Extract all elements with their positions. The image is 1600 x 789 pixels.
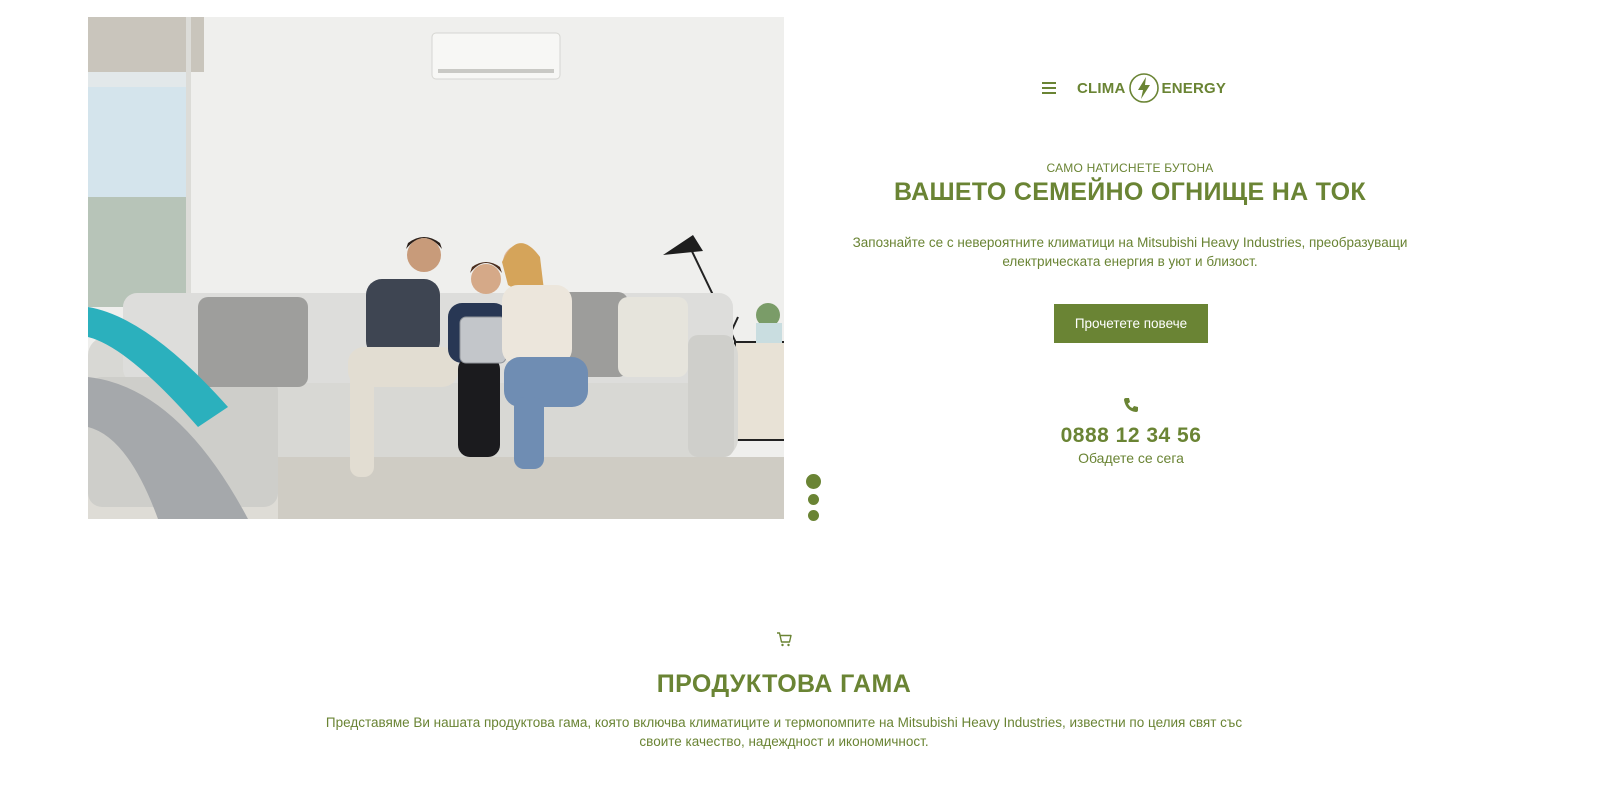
phone-number[interactable]: 0888 12 34 56 [830, 424, 1432, 448]
carousel-dot-3[interactable] [807, 510, 819, 521]
call-now-caption: Обадете се сега [1078, 450, 1184, 466]
products-description: Представяме Ви нашата продуктова гама, к… [325, 715, 1243, 749]
family-sofa-illustration [88, 17, 784, 519]
phone-icon [1124, 398, 1138, 412]
logo[interactable]: CLIMA ENERGY [1077, 72, 1226, 104]
carousel-dot-2[interactable] [807, 494, 819, 505]
banner-description: Запознайте се с невероятните климатици н… [852, 235, 1408, 269]
products-title: ПРОДУКТОВА ГАМА [656, 670, 912, 698]
banner-title: ВАШЕТО СЕМЕЙНО ОГНИЩЕ НА ТОК [894, 178, 1366, 206]
products-section: ПРОДУКТОВА ГАМА Представяме Ви нашата пр… [0, 630, 1568, 751]
carousel-dot-1[interactable] [805, 474, 821, 489]
logo-text-right: ENERGY [1161, 79, 1227, 97]
header-nav: CLIMA ENERGY [1042, 72, 1226, 104]
hamburger-icon[interactable] [1042, 82, 1056, 94]
carousel-indicators [805, 474, 821, 525]
logo-text-left: CLIMA [1077, 79, 1126, 97]
hero-image [88, 17, 784, 519]
lightning-bolt-icon [1128, 73, 1159, 103]
banner-eyebrow: САМО НАТИСНЕТЕ БУТОНА [1046, 161, 1214, 175]
cart-icon [777, 632, 792, 647]
read-more-button[interactable]: Прочетете повече [1054, 304, 1208, 343]
